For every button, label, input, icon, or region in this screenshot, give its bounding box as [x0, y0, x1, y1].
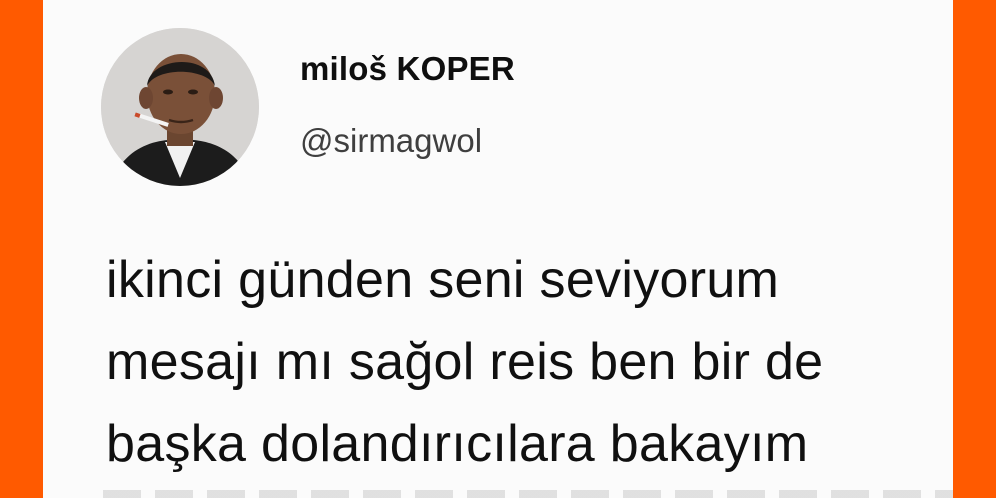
tweet-card: miloš KOPER @sirmagwol ikinci günden sen… — [43, 0, 953, 498]
tweet-text: ikinci günden seni seviyorum mesajı mı s… — [106, 251, 824, 473]
avatar-photo-icon — [101, 28, 259, 186]
author-handle[interactable]: @sirmagwol — [300, 122, 482, 160]
cropped-next-line — [103, 490, 953, 498]
screenshot-frame: miloš KOPER @sirmagwol ikinci günden sen… — [0, 0, 996, 498]
author-avatar[interactable] — [101, 28, 259, 186]
author-display-name[interactable]: miloš KOPER — [300, 50, 515, 88]
